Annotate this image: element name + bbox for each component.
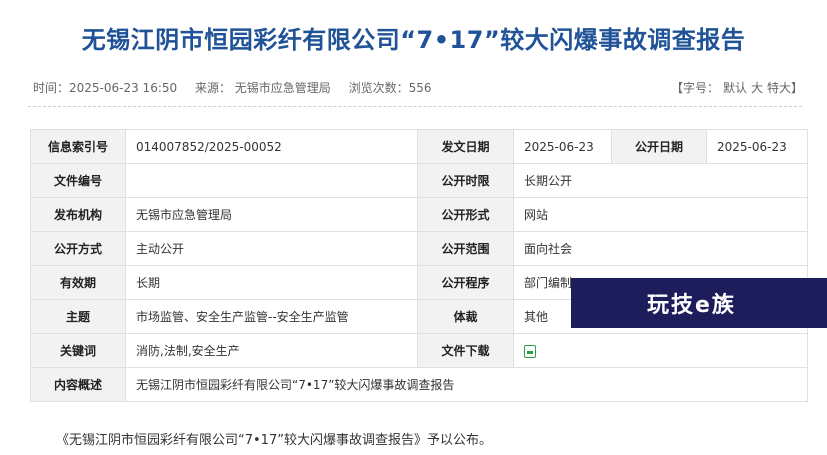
table-row: 发布机构 无锡市应急管理局 公开形式 网站 [30, 197, 808, 232]
publish-time: 时间：2025-06-23 16:50 [33, 81, 178, 95]
index-value: 014007852/2025-00052 [125, 129, 418, 164]
table-row: 内容概述 无锡江阴市恒园彩纤有限公司“7•17”较大闪爆事故调查报告 [30, 367, 808, 402]
validity-value: 长期 [125, 265, 418, 300]
validity-label: 有效期 [30, 265, 126, 300]
public-date-label: 公开日期 [611, 129, 707, 164]
info-table: 信息索引号 014007852/2025-00052 发文日期 2025-06-… [30, 129, 808, 402]
public-scope-value: 面向社会 [513, 231, 808, 266]
doc-number-value [125, 163, 418, 198]
public-method-label: 公开方式 [30, 231, 126, 266]
public-period-label: 公开时限 [417, 163, 514, 198]
public-method-value: 主动公开 [125, 231, 418, 266]
agency-value: 无锡市应急管理局 [125, 197, 418, 232]
doc-number-label: 文件编号 [30, 163, 126, 198]
issue-date-value: 2025-06-23 [513, 129, 612, 164]
watermark-logo: 玩技e族 [571, 278, 827, 328]
font-size-xlarge[interactable]: 特大】 [767, 81, 803, 95]
table-row: 信息索引号 014007852/2025-00052 发文日期 2025-06-… [30, 129, 808, 164]
public-period-value: 长期公开 [513, 163, 808, 198]
font-size-default[interactable]: 默认 [723, 81, 747, 95]
font-size-large[interactable]: 大 [751, 81, 763, 95]
download-label: 文件下载 [417, 333, 514, 368]
meta-divider [28, 106, 802, 107]
table-row: 文件编号 公开时限 长期公开 [30, 163, 808, 198]
download-cell [513, 333, 808, 368]
genre-label: 体裁 [417, 299, 514, 334]
table-row: 公开方式 主动公开 公开范围 面向社会 [30, 231, 808, 266]
keywords-value: 消防,法制,安全生产 [125, 333, 418, 368]
public-scope-label: 公开范围 [417, 231, 514, 266]
summary-value: 无锡江阴市恒园彩纤有限公司“7•17”较大闪爆事故调查报告 [125, 367, 808, 402]
article-meta: 时间：2025-06-23 16:50 来源： 无锡市应急管理局 浏览次数：55… [33, 79, 446, 96]
public-form-value: 网站 [513, 197, 808, 232]
public-form-label: 公开形式 [417, 197, 514, 232]
issue-date-label: 发文日期 [417, 129, 514, 164]
agency-label: 发布机构 [30, 197, 126, 232]
index-label: 信息索引号 [30, 129, 126, 164]
page-title: 无锡江阴市恒园彩纤有限公司“7•17”较大闪爆事故调查报告 [81, 26, 746, 54]
summary-label: 内容概述 [30, 367, 126, 402]
table-row: 关键词 消防,法制,安全生产 文件下载 [30, 333, 808, 368]
procedure-label: 公开程序 [417, 265, 514, 300]
public-date-value: 2025-06-23 [706, 129, 808, 164]
body-text: 《无锡江阴市恒园彩纤有限公司“7•17”较大闪爆事故调查报告》予以公布。 [56, 433, 492, 448]
font-size-label: 【字号： [670, 81, 719, 95]
keywords-label: 关键词 [30, 333, 126, 368]
font-size-switcher: 【字号： 默认大特大】 [671, 79, 803, 96]
article-source: 来源： 无锡市应急管理局 [194, 81, 331, 95]
topic-value: 市场监管、安全生产监管--安全生产监管 [125, 299, 418, 334]
file-download-icon[interactable] [524, 344, 536, 358]
topic-label: 主题 [30, 299, 126, 334]
view-count: 浏览次数：556 [348, 81, 432, 95]
